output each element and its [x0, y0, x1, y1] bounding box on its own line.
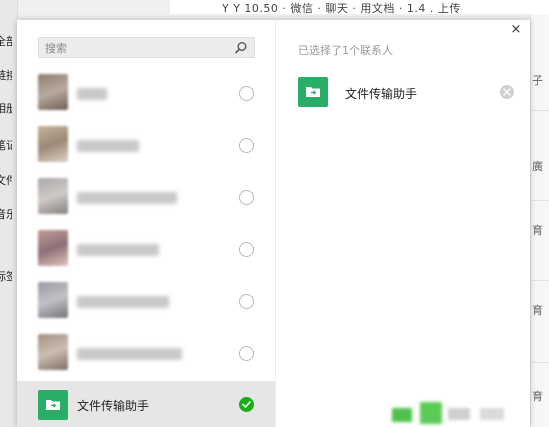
avatar [38, 74, 68, 110]
remove-contact-button[interactable] [500, 85, 514, 99]
background-sidebar-item: 链接 [0, 69, 12, 82]
background-right-item: 廣 [532, 160, 543, 173]
contact-name: 文件传输助手 [77, 399, 150, 413]
background-sidebar-item: 文件 [0, 174, 12, 187]
divider [531, 280, 549, 281]
close-button[interactable]: × [509, 23, 523, 37]
background-sidebar-item: 音乐 [0, 208, 12, 221]
contact-name-redacted [77, 348, 182, 360]
contact-item[interactable] [17, 328, 275, 380]
contact-checkbox[interactable] [239, 190, 254, 205]
watermark-logo [392, 398, 532, 427]
background-sidebar-item: 笔记 [0, 139, 12, 152]
file-helper-avatar [38, 390, 68, 420]
contact-checkbox[interactable] [239, 138, 254, 153]
background-sidebar-item: 标签 [0, 270, 12, 283]
selected-count-label: 已选择了1个联系人 [298, 44, 393, 57]
contact-checkbox[interactable] [239, 86, 254, 101]
background-topbar-text: Y Y 10.50 · 微信 · 聊天 · 用文档 · 1.4 . 上传 [222, 2, 461, 15]
divider [531, 362, 549, 363]
check-icon [242, 401, 251, 408]
background-right-item: 子 [532, 74, 543, 87]
background-right-item: 育 [532, 390, 543, 403]
contact-item[interactable] [17, 68, 275, 120]
contact-item[interactable] [17, 276, 275, 328]
avatar [38, 178, 68, 214]
selected-contacts-pane: × 已选择了1个联系人 文件传输助手 [276, 20, 530, 427]
select-contact-dialog: 文件传输助手 × 已选择了1个联系人 文件传输助手 [17, 20, 530, 427]
contact-checkbox[interactable] [239, 294, 254, 309]
background-right-item: 育 [532, 304, 543, 317]
background-sidebar-item: 相册 [0, 102, 12, 115]
contact-name-redacted [77, 296, 169, 308]
avatar [38, 230, 68, 266]
folder-transfer-icon [306, 87, 320, 97]
background-sidebar-item: 全部 [0, 35, 12, 48]
contact-item-file-helper[interactable]: 文件传输助手 [17, 381, 275, 427]
contact-item[interactable] [17, 224, 275, 276]
background-right-item: 育 [532, 224, 543, 237]
close-icon [503, 88, 511, 96]
contact-item[interactable] [17, 172, 275, 224]
divider [531, 200, 549, 201]
contact-checkbox[interactable] [239, 242, 254, 257]
folder-transfer-icon [46, 400, 60, 410]
avatar [38, 282, 68, 318]
contact-name-redacted [77, 192, 177, 204]
contact-name-redacted [77, 88, 107, 100]
avatar [38, 334, 68, 370]
contact-checkbox-checked[interactable] [239, 397, 254, 412]
contact-checkbox[interactable] [239, 346, 254, 361]
avatar [38, 126, 68, 162]
contact-list-pane: 文件传输助手 [17, 20, 276, 427]
contact-name-redacted [77, 244, 159, 256]
contact-item[interactable] [17, 120, 275, 172]
selected-contact-name: 文件传输助手 [345, 87, 418, 101]
divider [531, 110, 549, 111]
search-input[interactable] [43, 39, 237, 58]
search-icon[interactable] [234, 41, 248, 55]
search-box[interactable] [38, 37, 255, 58]
contact-name-redacted [77, 140, 139, 152]
file-helper-avatar [298, 77, 328, 107]
selected-contact-item: 文件传输助手 [298, 77, 528, 107]
